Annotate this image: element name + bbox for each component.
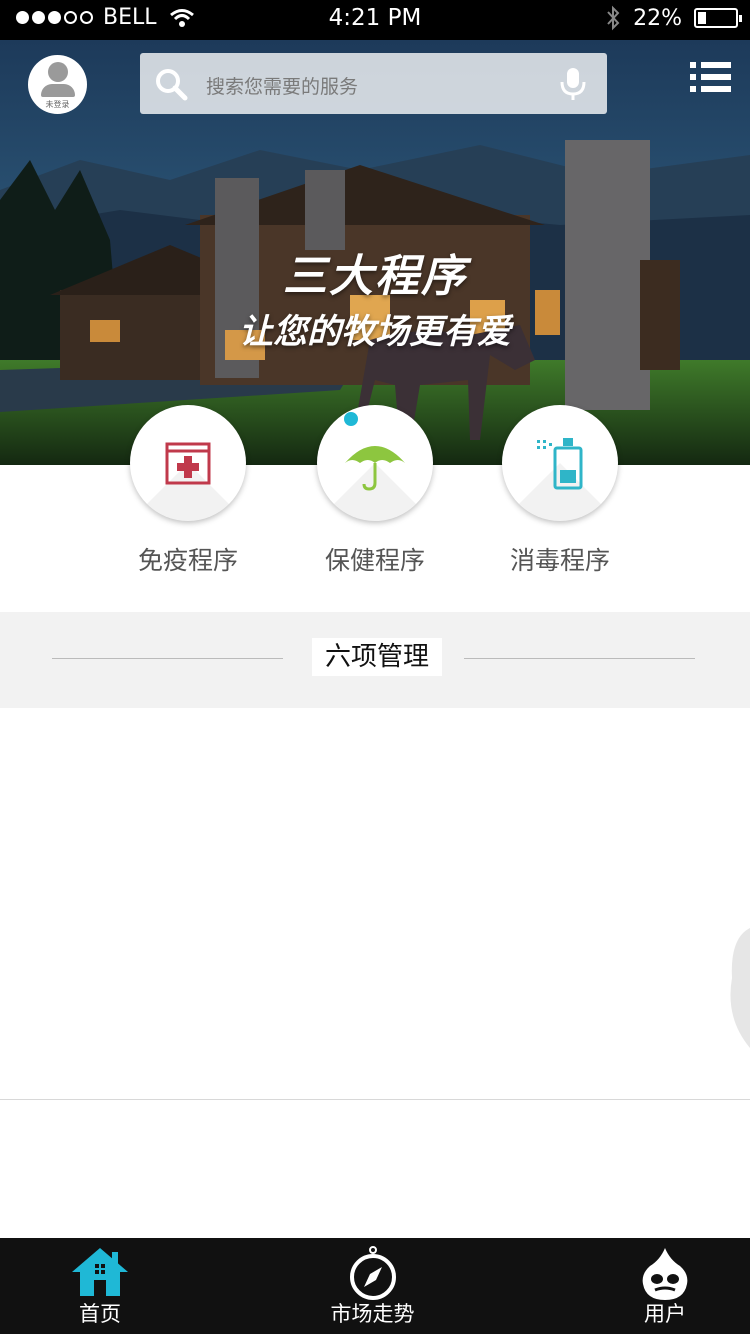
tab-label: 用户 [644, 1302, 686, 1326]
user-icon [40, 60, 75, 97]
avatar-label: 未登录 [45, 99, 70, 109]
bluetooth-icon [607, 5, 620, 31]
section-title: 六项管理 [312, 638, 442, 676]
banner-subtitle: 让您的牧场更有爱 [239, 312, 511, 352]
section-header: 六项管理 [0, 612, 750, 707]
home-icon [72, 1248, 128, 1296]
divider-line [464, 658, 695, 659]
tab-user[interactable]: 用户 [605, 1238, 725, 1334]
search-placeholder: 搜索您需要的服务 [206, 76, 359, 98]
carousel-indicators[interactable] [344, 412, 404, 426]
tab-market-trend[interactable]: 市场走势 [310, 1238, 435, 1334]
program-healthcare[interactable]: 保健程序 [275, 405, 475, 577]
banner-title: 三大程序 [283, 251, 467, 302]
search-input[interactable]: 搜索您需要的服务 [140, 53, 607, 114]
battery-percent: 22% [633, 5, 682, 31]
umbrella-icon [345, 446, 405, 491]
tab-bar: 首页 市场走势 用户 [0, 1238, 750, 1334]
tab-home[interactable]: 首页 [40, 1238, 160, 1334]
divider-line [52, 658, 283, 659]
microphone-icon[interactable] [559, 66, 587, 102]
tab-label: 首页 [79, 1302, 121, 1326]
program-label: 免疫程序 [137, 546, 238, 575]
carousel-dot-1[interactable] [344, 412, 358, 426]
content-divider [0, 1099, 750, 1100]
drupal-drop-icon [642, 1248, 688, 1300]
program-disinfection[interactable]: 消毒程序 [460, 405, 660, 577]
program-immunization[interactable]: 免疫程序 [88, 405, 288, 577]
program-label: 保健程序 [324, 546, 425, 575]
program-label: 消毒程序 [509, 546, 610, 575]
management-content [0, 708, 750, 1100]
tab-label: 市场走势 [330, 1302, 415, 1326]
program-shortcuts: 免疫程序 保健程序 消毒程序 [0, 405, 750, 585]
medical-kit-icon [165, 442, 211, 485]
compass-icon [349, 1246, 396, 1300]
battery-icon [694, 8, 742, 28]
spray-bottle-icon [537, 438, 583, 490]
carousel-dot-3[interactable] [390, 412, 404, 426]
status-bar: BELL 4:21 PM 22% [0, 0, 750, 40]
list-menu-icon[interactable] [690, 60, 732, 94]
search-icon [156, 69, 188, 101]
decorative-shape [730, 928, 750, 1048]
avatar[interactable]: 未登录 [28, 55, 87, 114]
carousel-dot-2[interactable] [367, 412, 381, 426]
